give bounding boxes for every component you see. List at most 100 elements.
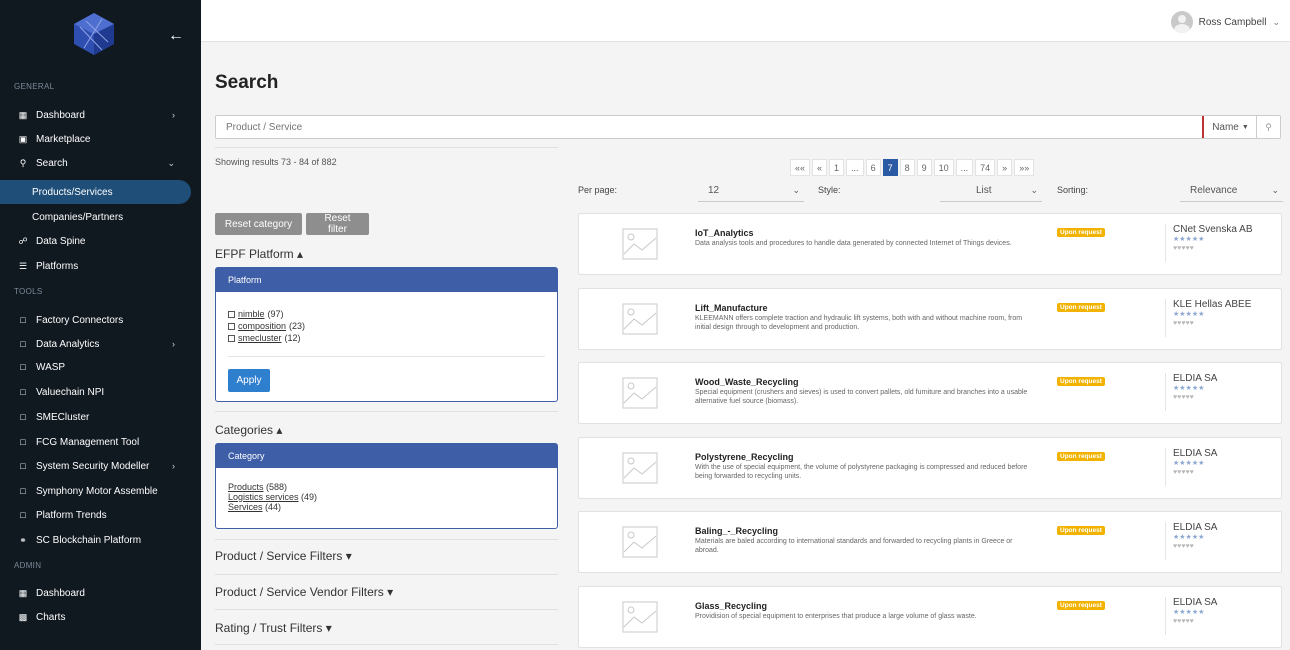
vendor-name[interactable]: KLE Hellas ABEE	[1173, 299, 1251, 310]
sidebar-item-admin-dashboard[interactable]: ▦ Dashboard	[0, 582, 191, 604]
monitor-icon: □	[20, 510, 26, 520]
option-label[interactable]: Products	[228, 482, 264, 492]
vendor-name[interactable]: CNet Svenska AB	[1173, 224, 1252, 235]
product-service-filters-heading[interactable]: Product / Service Filters ▾	[215, 549, 352, 563]
sidebar-item-search[interactable]: ⚲ Search ⌄	[0, 152, 191, 174]
page-ellipsis: ...	[846, 159, 864, 176]
search-icon: ⚲	[19, 157, 27, 168]
monitor-icon: □	[20, 387, 26, 397]
result-name[interactable]: Polystyrene_Recycling	[695, 452, 794, 462]
result-name[interactable]: Glass_Recycling	[695, 601, 767, 611]
per-page-select[interactable]: 12 ⌄	[698, 180, 804, 202]
platform-option-nimble[interactable]: nimble (97)	[228, 308, 545, 320]
efpf-platform-heading[interactable]: EFPF Platform ▴	[215, 247, 303, 261]
dashboard-icon: ▦	[18, 109, 28, 120]
search-field-select[interactable]: Name ▼	[1202, 116, 1257, 138]
result-name[interactable]: Lift_Manufacture	[695, 303, 768, 313]
sidebar-item-platform-trends[interactable]: □ Platform Trends	[0, 504, 191, 526]
checkbox[interactable]	[228, 322, 235, 330]
sidebar-item-factory-connectors[interactable]: □ Factory Connectors	[0, 309, 191, 331]
result-name[interactable]: IoT_Analytics	[695, 228, 754, 238]
page-last[interactable]: »»	[1014, 159, 1035, 176]
vendor-name[interactable]: ELDIA SA	[1173, 373, 1217, 384]
result-card[interactable]: Wood_Waste_Recycling Special equipment (…	[578, 362, 1282, 424]
network-icon: ☍	[18, 235, 28, 246]
page-8[interactable]: 8	[899, 159, 915, 176]
price-badge: Upon request	[1057, 526, 1105, 535]
page-7-active[interactable]: 7	[882, 159, 898, 176]
rating-stars-icon: ★★★★★	[1173, 460, 1205, 467]
page-1[interactable]: 1	[829, 159, 845, 176]
results-count: Showing results 73 - 84 of 882	[215, 157, 337, 167]
result-card[interactable]: Polystyrene_Recycling With the use of sp…	[578, 437, 1282, 499]
page-74[interactable]: 74	[975, 159, 996, 176]
search-field-value: Name	[1212, 121, 1239, 133]
sidebar-item-wasp[interactable]: □ WASP	[0, 356, 191, 378]
option-label[interactable]: composition	[238, 320, 286, 332]
page-9[interactable]: 9	[916, 159, 932, 176]
sorting-label: Sorting:	[1057, 185, 1089, 195]
page-prev[interactable]: «	[812, 159, 828, 176]
vendor-filters-heading[interactable]: Product / Service Vendor Filters ▾	[215, 585, 393, 599]
checkbox[interactable]	[228, 310, 235, 318]
section-admin: ADMIN	[14, 561, 42, 570]
sidebar-item-smecluster[interactable]: □ SMECluster	[0, 406, 191, 428]
option-label[interactable]: nimble	[238, 308, 265, 320]
sidebar-item-data-spine[interactable]: ☍ Data Spine	[0, 230, 191, 252]
page-10[interactable]: 10	[933, 159, 954, 176]
sorting-select[interactable]: Relevance ⌄	[1180, 180, 1283, 202]
sidebar-item-products-services[interactable]: Products/Services	[0, 180, 191, 204]
page-next[interactable]: »	[997, 159, 1013, 176]
divider	[215, 147, 558, 148]
result-card[interactable]: Glass_Recycling Providision of special e…	[578, 586, 1282, 648]
sidebar-item-marketplace[interactable]: ▣ Marketplace	[0, 128, 191, 150]
sidebar-item-label: Companies/Partners	[32, 211, 124, 223]
sidebar-item-system-security-modeller[interactable]: □ System Security Modeller ›	[0, 455, 191, 477]
sidebar-item-fcg-management-tool[interactable]: □ FCG Management Tool	[0, 431, 191, 453]
search-button[interactable]: ⚲	[1256, 116, 1280, 138]
result-card[interactable]: Baling_-_Recycling Materials are baled a…	[578, 511, 1282, 573]
categories-heading[interactable]: Categories ▴	[215, 423, 282, 437]
option-label[interactable]: Logistics services	[228, 492, 299, 502]
sidebar-item-valuechain-npi[interactable]: □ Valuechain NPI	[0, 381, 191, 403]
vendor-name[interactable]: ELDIA SA	[1173, 597, 1217, 608]
rating-stars-icon: ★★★★★	[1173, 236, 1205, 243]
search-input[interactable]	[216, 116, 1201, 138]
category-option-products[interactable]: Products (588)	[228, 482, 545, 492]
sidebar-item-companies-partners[interactable]: Companies/Partners	[0, 205, 191, 229]
divider	[228, 356, 545, 357]
style-select[interactable]: List ⌄	[940, 180, 1042, 202]
platform-option-composition[interactable]: composition (23)	[228, 320, 545, 332]
result-name[interactable]: Wood_Waste_Recycling	[695, 377, 799, 387]
monitor-icon: □	[20, 437, 26, 447]
arrow-left-icon[interactable]: ←	[168, 28, 184, 44]
option-label[interactable]: Services	[228, 502, 263, 512]
vendor-name[interactable]: ELDIA SA	[1173, 522, 1217, 533]
checkbox[interactable]	[228, 334, 235, 342]
sidebar-item-data-analytics[interactable]: □ Data Analytics ›	[0, 333, 191, 355]
reset-filter-button[interactable]: Reset filter	[306, 213, 369, 235]
vendor-name[interactable]: ELDIA SA	[1173, 448, 1217, 459]
result-card[interactable]: Lift_Manufacture KLEEMANN offers complet…	[578, 288, 1282, 350]
page-6[interactable]: 6	[865, 159, 881, 176]
reset-category-button[interactable]: Reset category	[215, 213, 302, 235]
user-menu[interactable]: Ross Campbell ⌄	[1170, 11, 1280, 33]
sidebar-item-dashboard[interactable]: ▦ Dashboard ›	[0, 104, 191, 126]
page-first[interactable]: ««	[790, 159, 811, 176]
sidebar-item-charts[interactable]: ▩ Charts	[0, 606, 191, 628]
company-logo[interactable]	[72, 12, 116, 56]
category-option-logistics[interactable]: Logistics services (49)	[228, 492, 545, 502]
platform-option-smecluster[interactable]: smecluster (12)	[228, 332, 545, 344]
sidebar-item-sc-blockchain-platform[interactable]: ⚭ SC Blockchain Platform	[0, 529, 191, 551]
category-option-services[interactable]: Services (44)	[228, 502, 545, 512]
sidebar-item-symphony-motor-assemble[interactable]: □ Symphony Motor Assemble	[0, 480, 191, 502]
price-badge: Upon request	[1057, 377, 1105, 386]
sidebar-item-label: WASP	[36, 361, 66, 373]
sidebar-item-platforms[interactable]: ☰ Platforms	[0, 255, 191, 277]
apply-button[interactable]: Apply	[228, 369, 270, 392]
rating-filters-heading[interactable]: Rating / Trust Filters ▾	[215, 621, 332, 635]
result-name[interactable]: Baling_-_Recycling	[695, 526, 778, 536]
result-card[interactable]: IoT_Analytics Data analysis tools and pr…	[578, 213, 1282, 275]
sidebar-item-label: Charts	[36, 611, 66, 623]
option-label[interactable]: smecluster	[238, 332, 282, 344]
